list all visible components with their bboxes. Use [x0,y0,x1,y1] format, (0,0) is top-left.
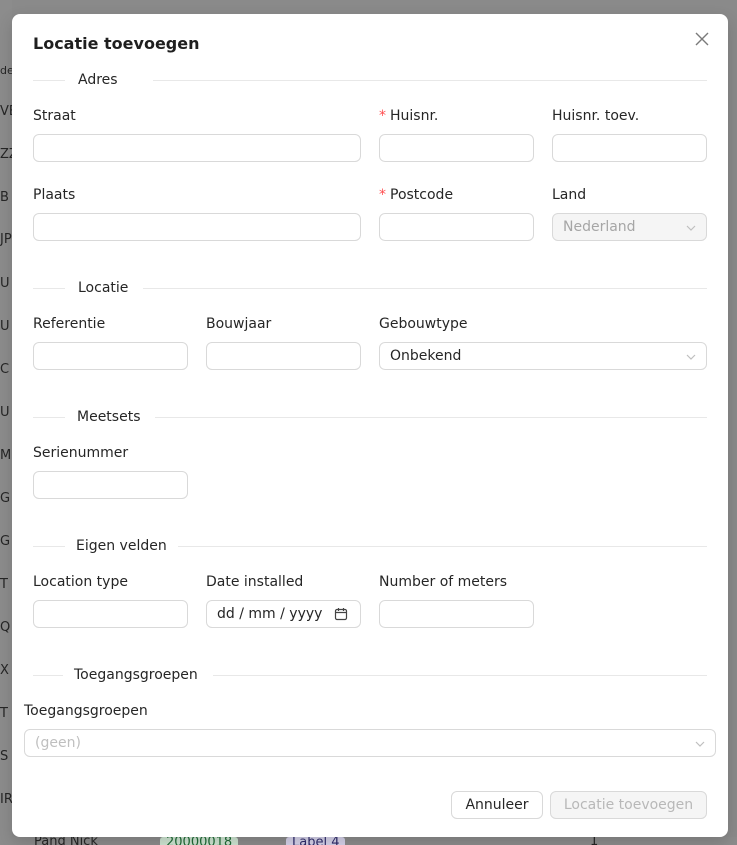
background-row-text: U [0,405,10,420]
access-groups-placeholder: (geen) [35,735,81,751]
reference-label: Referentie [33,316,106,332]
chevron-down-icon [686,354,696,360]
background-row-name: Pand Nick [34,837,98,845]
house-number-addition-label: Huisnr. toev. [552,108,640,124]
build-year-input[interactable] [206,342,361,370]
street-input[interactable] [33,134,361,162]
background-table-row: Pand Nick 20000018 Label 4 1 [0,837,737,845]
house-number-input[interactable] [379,134,534,162]
section-divider-custom-fields: Eigen velden [33,536,707,556]
background-row-text: S [0,749,9,764]
location-type-label: Location type [33,574,128,590]
add-location-button[interactable]: Locatie toevoegen [550,791,707,819]
background-row-text: C [0,362,10,377]
background-serial-badge: 20000018 [160,837,239,845]
background-label-badge: Label 4 [286,837,346,845]
chevron-down-icon [695,741,705,747]
location-type-input[interactable] [33,600,188,628]
section-title: Locatie [78,280,129,296]
section-title: Adres [78,72,118,88]
background-row-text: B [0,190,9,205]
chevron-down-icon [686,225,696,231]
section-divider-address: Adres [33,70,707,90]
country-value: Nederland [563,219,636,235]
background-row-text: ZZ [0,147,12,162]
background-row-text: U [0,276,10,291]
number-of-meters-input[interactable] [379,600,534,628]
section-divider-measurement-sets: Meetsets [33,407,707,427]
reference-input[interactable] [33,342,188,370]
background-row-count: 1 [590,837,599,845]
section-title: Eigen velden [76,538,167,554]
close-icon[interactable] [693,30,711,48]
country-label: Land [552,187,587,203]
building-type-value: Onbekend [390,348,462,364]
background-row-text: Q [0,620,11,635]
background-row-text: U [0,319,10,334]
section-divider-access-groups: Toegangsgroepen [33,665,707,685]
section-title: Toegangsgroepen [74,667,198,683]
country-select: Nederland [552,213,707,241]
building-type-label: Gebouwtype [379,316,468,332]
cancel-button[interactable]: Annuleer [451,791,543,819]
modal-title: Locatie toevoegen [33,34,200,53]
background-row-text: VB [0,104,12,119]
street-label: Straat [33,108,76,124]
date-installed-input[interactable]: dd / mm / yyyy [206,600,361,628]
date-placeholder: dd / mm / yyyy [217,606,323,622]
city-label: Plaats [33,187,76,203]
city-input[interactable] [33,213,361,241]
build-year-label: Bouwjaar [206,316,272,332]
postcode-label: * Postcode [379,187,454,203]
background-row-text: JP [0,232,12,247]
background-row-text: M [0,448,12,463]
date-installed-label: Date installed [206,574,304,590]
building-type-select[interactable]: Onbekend [379,342,707,370]
serial-number-label: Serienummer [33,445,129,461]
background-row-text: IR [0,792,12,807]
access-groups-select[interactable]: (geen) [24,729,716,757]
serial-number-input[interactable] [33,471,188,499]
house-number-label: * Huisnr. [379,108,439,124]
access-groups-label: Toegangsgroepen [24,703,148,719]
postcode-input[interactable] [379,213,534,241]
section-divider-location: Locatie [33,278,707,298]
background-row-text: G [0,491,11,506]
background-row-text: T [0,577,8,592]
number-of-meters-label: Number of meters [379,574,508,590]
background-row-text: G [0,534,11,549]
section-title: Meetsets [77,409,141,425]
background-row-text: X [0,663,9,678]
calendar-icon[interactable] [334,607,348,621]
house-number-addition-input[interactable] [552,134,707,162]
add-location-modal: Locatie toevoegen Adres Straat * Huisnr. … [12,14,728,837]
background-row-text: T [0,706,8,721]
